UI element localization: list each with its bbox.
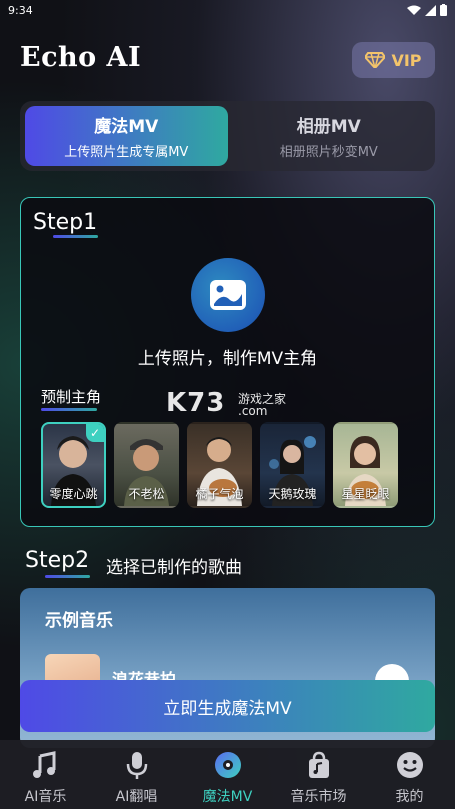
microphone-icon [126,752,147,779]
preset-avatar-list: ✓ 零度心跳 不老松 橘子气泡 天鹅玫瑰 星星眨眼 [41,422,398,508]
tab-title: 相册MV [296,117,361,137]
tab-subtitle: 上传照片生成专属MV [64,145,189,160]
preset-avatar-card[interactable]: 星星眨眼 [333,422,398,508]
k73-watermark: K73 游戏之家 .com [166,388,286,418]
battery-icon [440,4,447,16]
status-bar: 9:34 [0,0,455,20]
image-upload-icon [210,280,246,310]
watermark-logo: K73 [166,388,226,418]
step1-title: Step1 [33,210,98,235]
bottom-nav: AI音乐 AI翻唱 魔法MV 音乐市场 我的 [0,740,455,809]
avatar-name: 零度心跳 [49,487,98,501]
smile-face-icon [396,752,423,778]
preset-avatar-card[interactable]: 橘子气泡 [187,422,252,508]
shopping-bag-icon [308,751,329,778]
app-title: Echo AI [20,42,142,73]
tab-magic-mv[interactable]: 魔法MV 上传照片生成专属MV [25,106,228,166]
generate-magic-mv-button[interactable]: 立即生成魔法MV [20,680,435,732]
step2-underline [45,575,90,578]
status-time: 9:34 [8,3,33,17]
diamond-icon [365,52,386,68]
preset-title: 预制主角 [41,388,102,406]
preset-avatar-card[interactable]: ✓ 零度心跳 [41,422,106,508]
nav-label: 我的 [395,789,424,805]
avatar-name: 不老松 [128,487,165,501]
selected-check-icon: ✓ [86,424,104,442]
tab-title: 魔法MV [94,117,159,137]
upload-photo-button[interactable] [191,258,265,332]
preset-underline [41,408,97,411]
avatar-name: 星星眨眼 [341,487,390,501]
mode-tabs: 魔法MV 上传照片生成专属MV 相册MV 相册照片秒变MV [20,101,435,171]
vip-label: VIP [391,50,422,70]
step1-underline [53,235,98,238]
tab-subtitle: 相册照片秒变MV [279,145,378,160]
nav-item-music-market[interactable]: 音乐市场 [273,740,364,809]
avatar-name: 天鹅玫瑰 [268,487,317,501]
nav-item-ai-music[interactable]: AI音乐 [0,740,91,809]
tab-album-mv[interactable]: 相册MV 相册照片秒变MV [228,106,431,166]
nav-item-magic-mv[interactable]: 魔法MV [182,740,273,809]
upload-label: 上传照片，制作MV主角 [137,349,318,369]
sample-music-header: 示例音乐 [45,611,113,631]
preset-avatar-card[interactable]: 天鹅玫瑰 [260,422,325,508]
nav-label: AI翻唱 [115,789,158,805]
signal-icon [425,4,436,16]
step1-panel: Step1 上传照片，制作MV主角 预制主角 K73 游戏之家 .com ✓ 零… [20,197,435,527]
nav-label: 音乐市场 [290,789,347,805]
nav-item-ai-cover[interactable]: AI翻唱 [91,740,182,809]
step2-title: Step2 [25,548,90,573]
vip-button[interactable]: VIP [352,42,435,78]
nav-item-me[interactable]: 我的 [364,740,455,809]
magic-disc-icon [214,752,241,778]
step2-subtitle: 选择已制作的歌曲 [106,558,242,578]
watermark-domain: .com [238,404,268,418]
avatar-name: 橘子气泡 [195,487,244,501]
preset-avatar-card[interactable]: 不老松 [114,422,179,508]
wifi-icon [407,5,421,15]
nav-label: AI音乐 [24,789,67,805]
app-header: Echo AI VIP [20,42,435,82]
music-note-icon [32,751,55,778]
nav-label: 魔法MV [202,789,253,805]
